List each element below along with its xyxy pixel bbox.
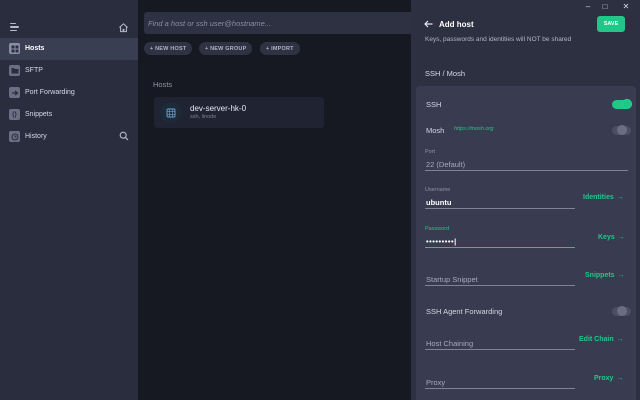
ssh-mosh-card: SSH Mosh https://mosh.org Port Username … (416, 86, 636, 400)
new-host-button[interactable]: + NEW HOST (144, 42, 193, 55)
home-icon[interactable] (118, 22, 129, 33)
password-input[interactable] (425, 236, 575, 248)
host-subtitle: ssh, linode (190, 114, 217, 120)
password-field: Password (425, 226, 575, 248)
panel-header: – □ ✕ Add host SAVE (411, 0, 640, 38)
startup-snippet-field (425, 274, 575, 286)
edit-chain-link[interactable]: Edit Chain → (579, 336, 624, 343)
host-chaining-input[interactable] (425, 338, 575, 350)
host-card[interactable]: dev-server-hk-0 ssh, linode (154, 97, 324, 128)
search-input[interactable] (144, 12, 414, 34)
back-arrow-icon[interactable] (424, 20, 433, 28)
sidebar-item-port-forwarding[interactable]: Port Forwarding (0, 82, 138, 104)
identities-label: Identities (583, 194, 614, 201)
folder-icon (9, 65, 20, 76)
mosh-toggle[interactable] (612, 125, 631, 135)
port-input[interactable] (425, 159, 628, 171)
section-title: SSH / Mosh (425, 69, 466, 78)
agent-forwarding-label: SSH Agent Forwarding (426, 307, 503, 316)
sidebar-item-label: SFTP (25, 67, 43, 74)
hosts-main: + NEW HOST + NEW GROUP + IMPORT Hosts de… (138, 0, 414, 400)
edit-chain-label: Edit Chain (579, 336, 614, 343)
sidebar-item-hosts[interactable]: Hosts (0, 38, 138, 60)
mosh-label: Mosh (426, 126, 445, 135)
close-icon[interactable]: ✕ (621, 3, 631, 11)
keys-link[interactable]: Keys → (598, 234, 625, 241)
sidebar-item-label: History (25, 133, 47, 140)
import-button[interactable]: + IMPORT (260, 42, 300, 55)
sidebar-item-label: Port Forwarding (25, 89, 75, 96)
ssh-toggle[interactable] (612, 99, 632, 109)
snippets-label: Snippets (585, 272, 615, 279)
sharing-note: Keys, passwords and identities will NOT … (425, 36, 572, 43)
mosh-link[interactable]: https://mosh.org (454, 126, 493, 132)
panel-title: Add host (439, 20, 474, 29)
ssh-label: SSH (426, 100, 442, 109)
snippets-icon: {} (9, 109, 20, 120)
sidebar-header (0, 0, 138, 38)
arrow-right-icon: → (616, 336, 624, 343)
port-forwarding-icon (9, 87, 20, 98)
sidebar-item-snippets[interactable]: {} Snippets (0, 104, 138, 126)
startup-snippet-input[interactable] (425, 274, 575, 286)
sidebar-item-label: Hosts (25, 45, 45, 52)
identities-link[interactable]: Identities → (583, 194, 624, 201)
arrow-right-icon: → (617, 234, 625, 241)
sidebar-item-label: Snippets (25, 111, 53, 118)
agent-forwarding-toggle[interactable] (612, 306, 631, 316)
save-button[interactable]: SAVE (597, 16, 625, 32)
proxy-link[interactable]: Proxy → (594, 375, 623, 382)
proxy-field (425, 377, 575, 389)
new-group-button[interactable]: + NEW GROUP (199, 42, 253, 55)
maximize-icon[interactable]: □ (600, 3, 610, 11)
server-icon (160, 102, 181, 123)
password-caption: Password (425, 226, 450, 232)
arrow-right-icon: → (616, 375, 624, 382)
menu-icon[interactable] (10, 23, 19, 31)
port-caption: Port (425, 149, 436, 155)
history-icon (9, 131, 20, 142)
host-chaining-field (425, 338, 575, 350)
sidebar-item-sftp[interactable]: SFTP (0, 60, 138, 82)
add-host-panel: – □ ✕ Add host SAVE Keys, passwords and … (411, 0, 640, 400)
proxy-label: Proxy (594, 375, 614, 382)
snippets-link[interactable]: Snippets → (585, 272, 625, 279)
search-bar[interactable] (144, 12, 414, 34)
hosts-section-title: Hosts (153, 80, 173, 89)
username-caption: Username (425, 187, 451, 193)
search-icon[interactable] (119, 131, 129, 141)
arrow-right-icon: → (617, 272, 625, 279)
proxy-input[interactable] (425, 377, 575, 389)
arrow-right-icon: → (616, 194, 624, 201)
username-input[interactable] (425, 197, 575, 209)
minimize-icon[interactable]: – (583, 3, 593, 11)
port-field: Port (425, 149, 628, 171)
sidebar: Hosts SFTP Port Forwarding {} Snippets H… (0, 0, 138, 400)
sidebar-item-history[interactable]: History (0, 126, 138, 148)
username-field: Username (425, 187, 575, 209)
keys-label: Keys (598, 234, 615, 241)
host-name: dev-server-hk-0 (190, 104, 247, 113)
hosts-icon (9, 43, 20, 54)
